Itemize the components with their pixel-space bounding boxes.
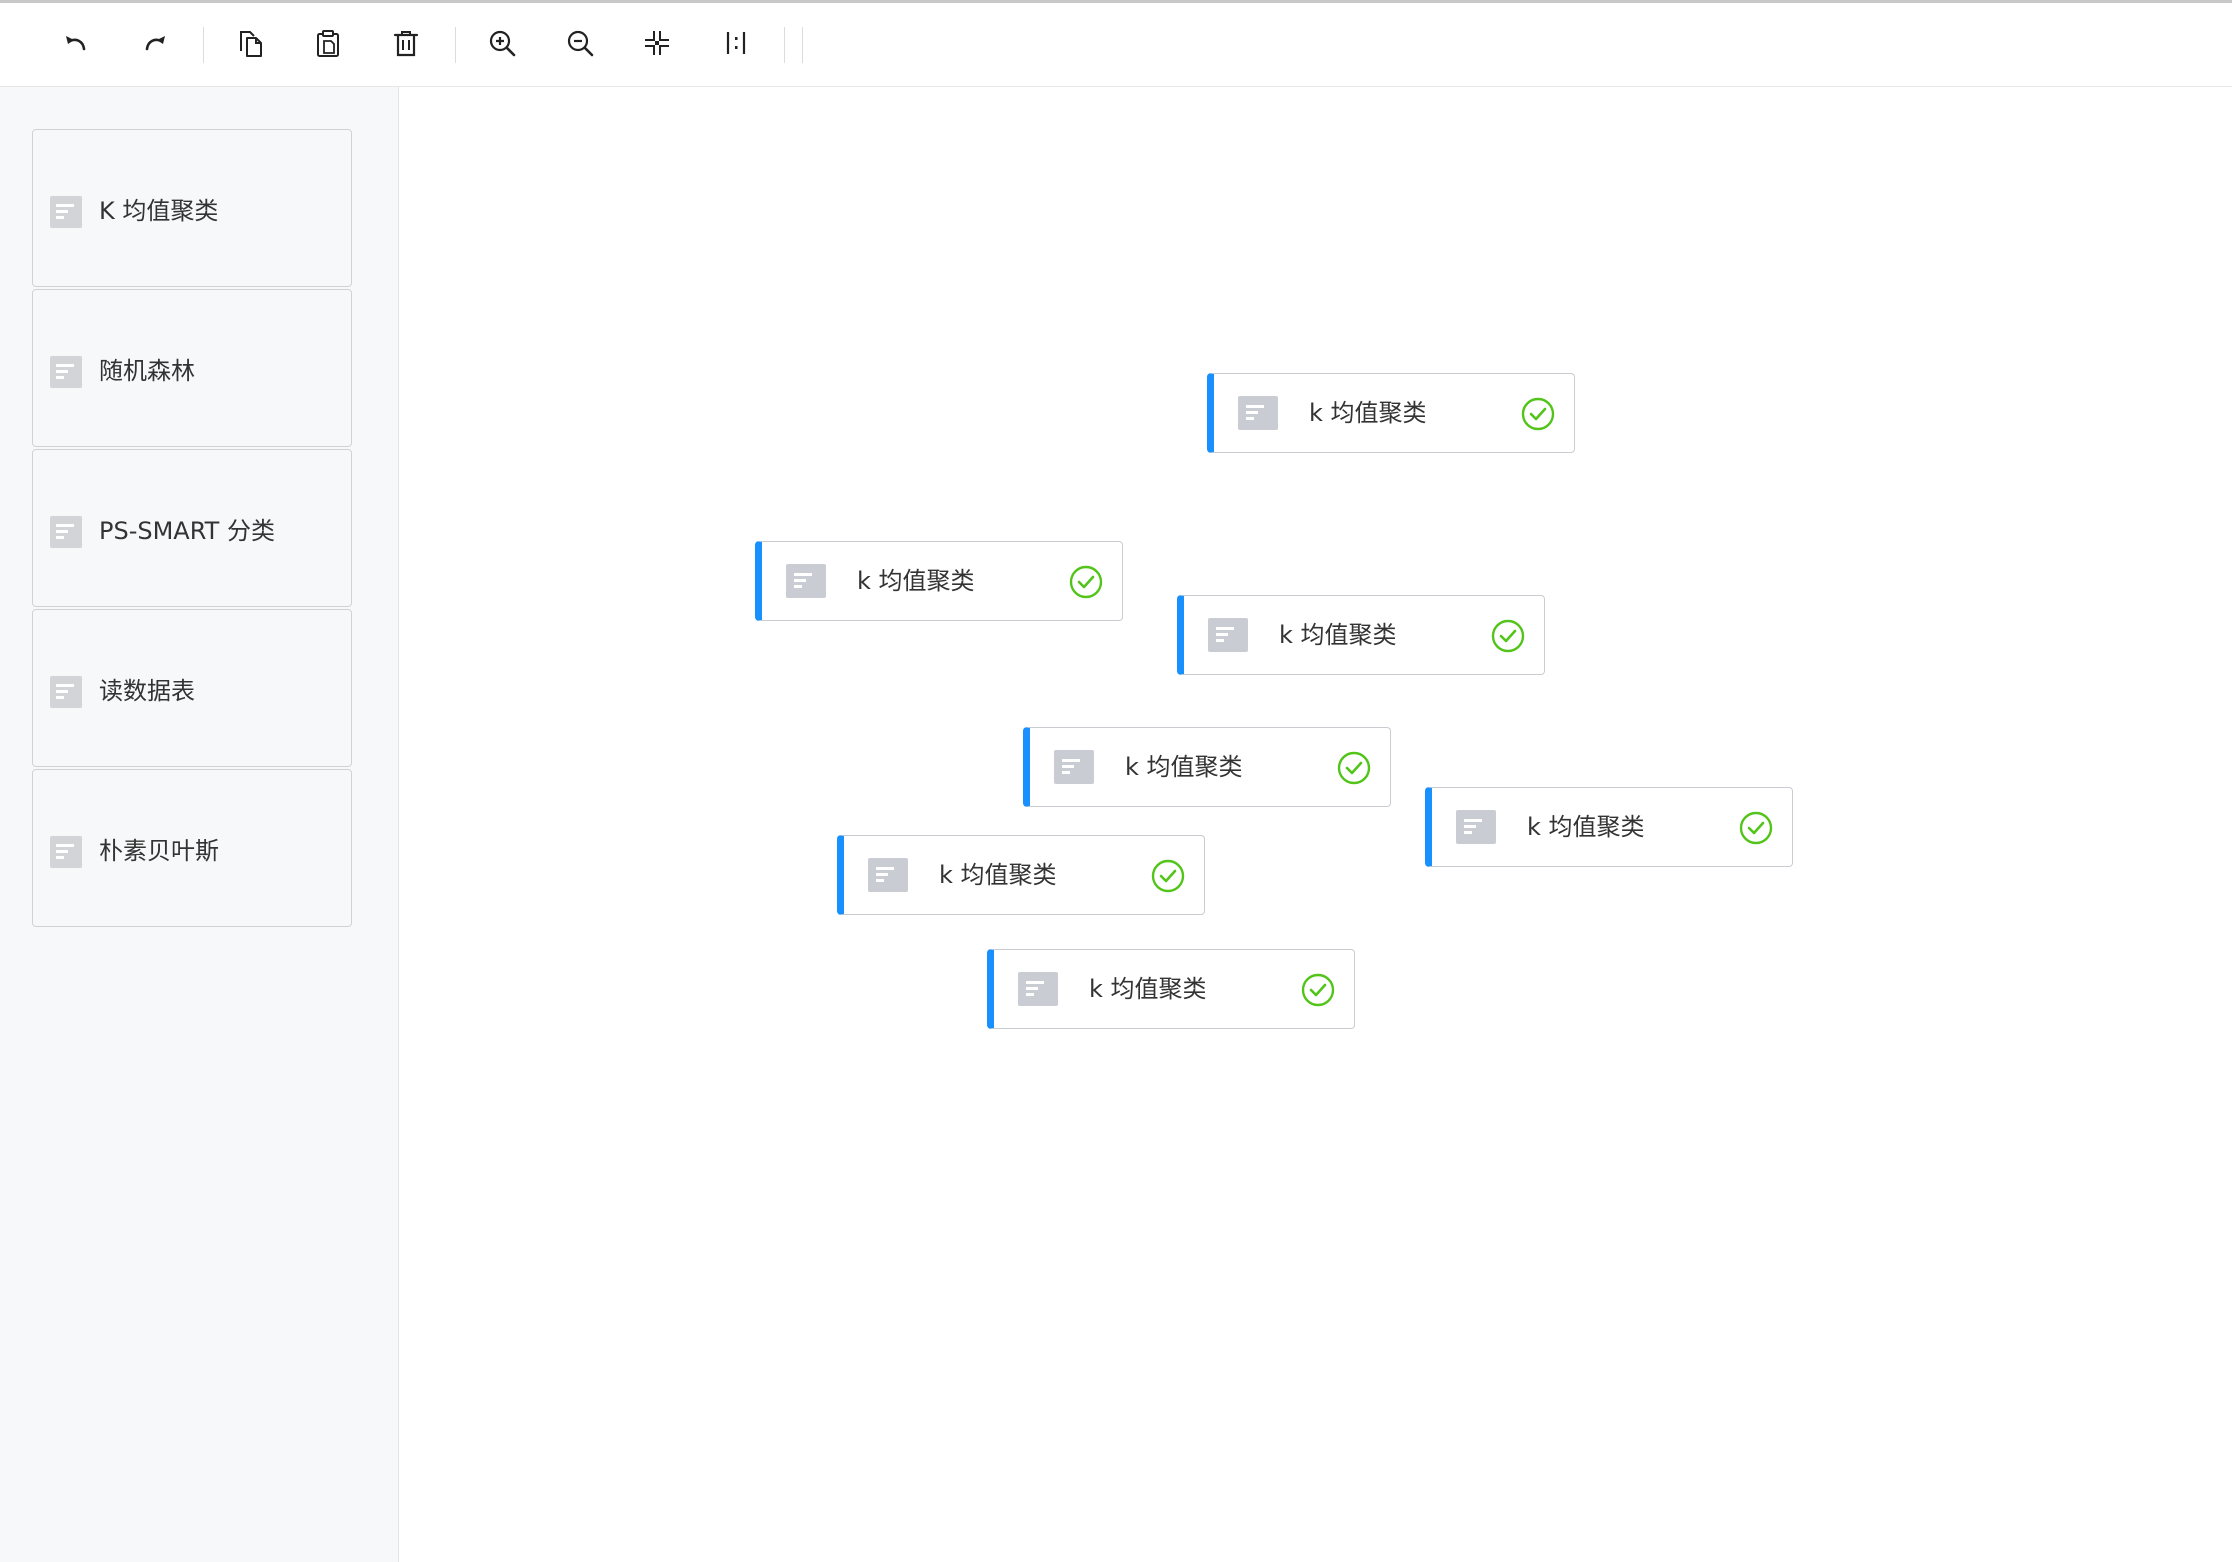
node-type-icon: [1208, 618, 1248, 652]
check-circle-icon: [1069, 565, 1103, 599]
node-label: k 均值聚类: [939, 861, 1057, 889]
zoom-out-icon: [567, 30, 594, 57]
redo-icon: [145, 36, 165, 51]
undo-button[interactable]: [56, 23, 96, 63]
node-type-icon: [1054, 750, 1094, 784]
toolbar-divider: [203, 27, 204, 63]
palette-item-read-table[interactable]: 读数据表: [32, 609, 352, 767]
node-label: k 均值聚类: [1089, 975, 1207, 1003]
node-type-icon: [868, 858, 908, 892]
check-circle-icon: [1521, 397, 1555, 431]
flow-node[interactable]: k 均值聚类: [837, 835, 1205, 915]
node-type-icon: [50, 356, 82, 388]
node-type-icon: [50, 196, 82, 228]
toolbar-divider: [802, 27, 803, 63]
node-type-icon: [50, 516, 82, 548]
toolbar-divider: [784, 27, 785, 63]
palette-item-naive-bayes[interactable]: 朴素贝叶斯: [32, 769, 352, 927]
check-circle-icon: [1491, 619, 1525, 653]
flow-node[interactable]: k 均值聚类: [1023, 727, 1391, 807]
palette-item-label: 朴素贝叶斯: [99, 837, 219, 865]
node-type-icon: [1238, 396, 1278, 430]
toolbar-divider: [455, 27, 456, 63]
flow-node[interactable]: k 均值聚类: [755, 541, 1123, 621]
node-type-icon: [1456, 810, 1496, 844]
palette-item-k-means[interactable]: K 均值聚类: [32, 129, 352, 287]
flow-node[interactable]: k 均值聚类: [1207, 373, 1575, 453]
node-type-icon: [50, 836, 82, 868]
palette-item-label: K 均值聚类: [99, 197, 219, 225]
node-label: k 均值聚类: [1125, 753, 1243, 781]
zoom-in-icon: [489, 30, 516, 57]
copy-icon: [240, 31, 262, 57]
node-label: k 均值聚类: [857, 567, 975, 595]
undo-icon: [66, 36, 86, 51]
check-circle-icon: [1301, 973, 1335, 1007]
fit-view-button[interactable]: [637, 23, 677, 63]
palette-item-random-forest[interactable]: 随机森林: [32, 289, 352, 447]
palette-item-label: 读数据表: [99, 677, 195, 705]
check-circle-icon: [1739, 811, 1773, 845]
palette-item-label: 随机森林: [99, 357, 195, 385]
node-label: k 均值聚类: [1527, 813, 1645, 841]
actual-size-button[interactable]: [716, 23, 756, 63]
paste-button[interactable]: [308, 23, 348, 63]
flow-node[interactable]: k 均值聚类: [1425, 787, 1793, 867]
paste-icon: [317, 30, 339, 57]
node-type-icon: [1018, 972, 1058, 1006]
check-circle-icon: [1151, 859, 1185, 893]
flow-node[interactable]: k 均值聚类: [987, 949, 1355, 1029]
zoom-out-button[interactable]: [560, 23, 600, 63]
copy-button[interactable]: [230, 23, 270, 63]
palette-item-label: PS-SMART 分类: [99, 517, 275, 545]
actual-size-icon: [726, 32, 746, 54]
fit-view-icon: [645, 31, 669, 55]
zoom-in-button[interactable]: [482, 23, 522, 63]
node-type-icon: [786, 564, 826, 598]
flow-node[interactable]: k 均值聚类: [1177, 595, 1545, 675]
redo-button[interactable]: [135, 23, 175, 63]
node-label: k 均值聚类: [1309, 399, 1427, 427]
check-circle-icon: [1337, 751, 1371, 785]
node-palette-sidebar: K 均值聚类 随机森林 PS-SMART 分类 读数据表 朴素贝叶斯: [0, 87, 399, 1562]
flow-canvas[interactable]: k 均值聚类 k 均值聚类 k 均值聚类 k 均值聚类 k 均值聚类 k 均值聚…: [400, 87, 2232, 1562]
palette-item-ps-smart[interactable]: PS-SMART 分类: [32, 449, 352, 607]
node-label: k 均值聚类: [1279, 621, 1397, 649]
node-type-icon: [50, 676, 82, 708]
delete-button[interactable]: [386, 23, 426, 63]
trash-icon: [393, 31, 419, 57]
toolbar: [0, 3, 2232, 87]
